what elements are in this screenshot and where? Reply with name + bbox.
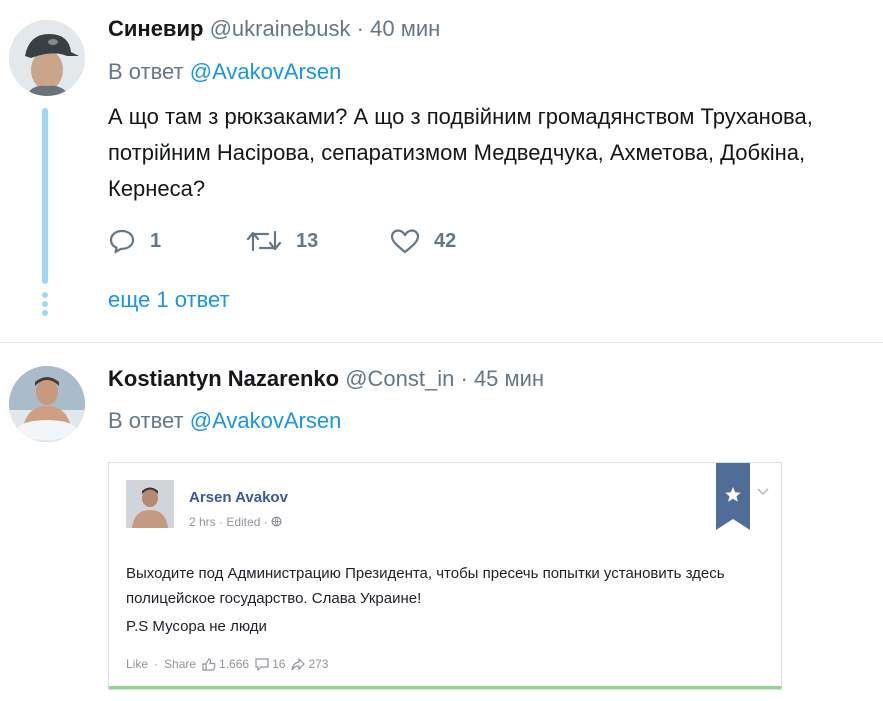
globe-icon [271, 516, 282, 527]
reply-count: 1 [150, 229, 162, 252]
avatar[interactable] [9, 366, 85, 442]
timestamp[interactable]: 45 мин [474, 366, 544, 391]
separator: · [460, 366, 468, 391]
tweet-header: Kostiantyn Nazarenko @Const_in · 45 мин [108, 366, 544, 392]
bookmark-icon [716, 463, 750, 530]
tweet-header: Синевир @ukrainebusk · 40 мин [108, 16, 440, 42]
chevron-down-icon [757, 483, 769, 499]
reply-icon [109, 229, 135, 254]
embed-shares-count: 273 [308, 657, 329, 671]
embed-share-label: Share [164, 657, 197, 671]
reply-to-link[interactable]: @AvakovArsen [190, 59, 342, 84]
tweet: Kostiantyn Nazarenko @Const_in · 45 мин … [0, 343, 883, 701]
reply-to-link[interactable]: @AvakovArsen [190, 408, 342, 433]
tweet: Синевир @ukrainebusk · 40 мин В ответ @A… [0, 0, 883, 342]
embed-meta: 2 hrs · Edited · [189, 515, 282, 529]
embed-likes-count: 1.666 [219, 657, 250, 671]
tweet-text: А що там з рюкзаками? А що з подвійним г… [108, 104, 813, 201]
author-handle[interactable]: @ukrainebusk [210, 16, 351, 41]
avatar[interactable] [9, 20, 85, 96]
attached-image[interactable]: Arsen Avakov 2 hrs · Edited · Выходите п… [108, 462, 782, 690]
thread-line [42, 108, 48, 284]
embed-footer: Like · Share 1.666 16 273 [126, 657, 334, 671]
embed-dot: · [154, 657, 159, 671]
reply-context: В ответ @AvakovArsen [108, 59, 341, 85]
reply-prefix: В ответ [108, 59, 184, 84]
reply-context: В ответ @AvakovArsen [108, 408, 341, 434]
comment-icon [255, 657, 269, 671]
thumbs-up-icon [202, 657, 216, 671]
embed-ps: P.S Мусора не люди [126, 618, 267, 635]
retweet-button[interactable]: 13 [246, 225, 318, 257]
like-icon [390, 229, 420, 254]
retweet-icon [246, 230, 282, 252]
like-count: 42 [434, 229, 457, 252]
like-button[interactable]: 42 [390, 225, 456, 257]
timestamp[interactable]: 40 мин [370, 16, 440, 41]
author-handle[interactable]: @Const_in [345, 366, 454, 391]
embed-author: Arsen Avakov [189, 489, 288, 506]
retweet-count: 13 [296, 229, 319, 252]
embed-meta-text: 2 hrs · Edited · [189, 515, 272, 529]
thread-dots [42, 292, 48, 319]
embed-like-label: Like [126, 657, 149, 671]
more-replies-link[interactable]: еще 1 ответ [108, 287, 230, 313]
reply-prefix: В ответ [108, 408, 184, 433]
embed-text: Выходите под Администрацию Президента, ч… [126, 565, 725, 607]
author-name[interactable]: Kostiantyn Nazarenko [108, 366, 339, 391]
reply-button[interactable]: 1 [108, 225, 161, 257]
author-name[interactable]: Синевир [108, 16, 203, 41]
tweet-actions: 1 13 42 [108, 225, 528, 257]
embed-avatar [126, 480, 174, 528]
share-icon [291, 657, 306, 670]
embed-bottom-accent [109, 686, 781, 689]
embed-comments-count: 16 [272, 657, 286, 671]
separator: · [356, 16, 364, 41]
